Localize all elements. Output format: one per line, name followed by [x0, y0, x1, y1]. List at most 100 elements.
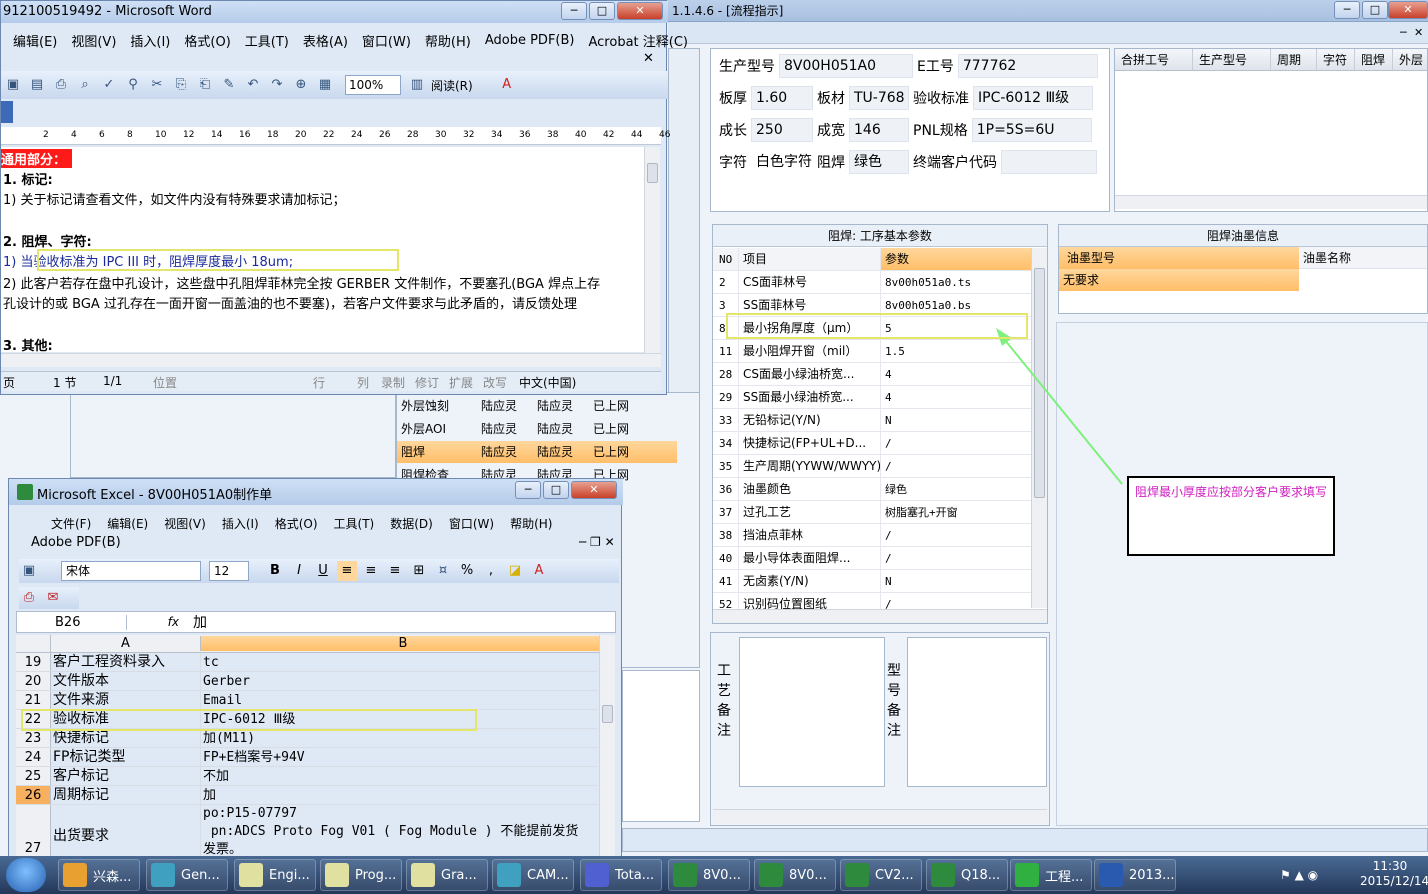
cell-b[interactable]: FP+E档案号+94V: [201, 748, 597, 766]
copy-icon[interactable]: ⎘: [171, 75, 191, 95]
paste-icon[interactable]: ⎗: [195, 75, 215, 95]
param-row[interactable]: 28 CS面最小绿油桥宽... 4: [713, 363, 1031, 386]
hyperlink-icon[interactable]: ⊕: [291, 75, 311, 95]
cell-b[interactable]: Gerber: [201, 672, 597, 690]
align-left-icon[interactable]: ≡: [337, 561, 357, 581]
word-maximize-button[interactable]: □: [589, 2, 615, 20]
word-menu-item[interactable]: 表格(A): [303, 31, 348, 50]
start-button[interactable]: [6, 858, 46, 892]
status-trk[interactable]: 修订: [415, 374, 439, 391]
cell-b[interactable]: 不加: [201, 767, 597, 785]
word-close-button[interactable]: ✕: [617, 2, 663, 20]
percent-icon[interactable]: %: [457, 561, 477, 581]
word-menu-item[interactable]: 窗口(W): [362, 31, 411, 50]
cell-ref-box[interactable]: B26: [17, 614, 127, 630]
excel-menu-item[interactable]: 工具(T): [334, 515, 375, 532]
word-menu-item[interactable]: 格式(O): [184, 31, 230, 50]
excel-vscroll[interactable]: [599, 635, 615, 857]
fx-icon[interactable]: fx: [127, 615, 187, 629]
word-menu-item[interactable]: 插入(I): [130, 31, 170, 50]
mdi-minimize-icon[interactable]: ─: [1400, 26, 1407, 39]
param-row[interactable]: 29 SS面最小绿油桥宽... 4: [713, 386, 1031, 409]
taskbar-button[interactable]: Engi...: [234, 859, 316, 891]
permission-icon[interactable]: ▤: [27, 75, 47, 95]
param-row[interactable]: 38 挡油点菲林 /: [713, 524, 1031, 547]
read-button[interactable]: 阅读(R): [431, 77, 473, 94]
cell-b[interactable]: Email: [201, 691, 597, 709]
word-menu-item[interactable]: 帮助(H): [425, 31, 471, 50]
cell-b[interactable]: 加(M11): [201, 729, 597, 747]
excel-menu-item[interactable]: 数据(D): [390, 515, 433, 532]
status-ext[interactable]: 扩展: [449, 374, 473, 391]
taskbar-button[interactable]: CV2...: [840, 859, 922, 891]
process-note-box[interactable]: [739, 637, 885, 787]
param-row[interactable]: 35 生产周期(YYWW/WWYY) /: [713, 455, 1031, 478]
param-row[interactable]: 33 无铅标记(Y/N) N: [713, 409, 1031, 432]
excel-minimize-button[interactable]: ─: [515, 481, 541, 499]
taskbar-button[interactable]: Prog...: [320, 859, 402, 891]
comma-icon[interactable]: ,: [481, 561, 501, 581]
cut-icon[interactable]: ✂: [147, 75, 167, 95]
preview-icon[interactable]: ⌕: [75, 75, 95, 95]
taskbar-button[interactable]: 8V0...: [668, 859, 750, 891]
param-row[interactable]: 40 最小导体表面阻焊... /: [713, 547, 1031, 570]
taskbar-button[interactable]: 8V0...: [754, 859, 836, 891]
spell-icon[interactable]: ✓: [99, 75, 119, 95]
cell-b[interactable]: 加: [201, 786, 597, 804]
taskbar-button[interactable]: Q18...: [926, 859, 1008, 891]
col-header-a[interactable]: A: [51, 636, 201, 651]
taskbar-button[interactable]: CAM...: [492, 859, 574, 891]
formula-input[interactable]: 加: [187, 612, 207, 632]
minimize-button[interactable]: ─: [1334, 1, 1360, 19]
params-hscroll[interactable]: [713, 609, 1047, 623]
table-icon[interactable]: ▦: [315, 75, 335, 95]
notes-hscroll[interactable]: [713, 809, 1047, 823]
table-row[interactable]: 23 快捷标记 加(M11): [16, 729, 597, 748]
excel-maximize-button[interactable]: □: [543, 481, 569, 499]
table-row[interactable]: 26 周期标记加: [16, 786, 597, 805]
excel-menu-item[interactable]: 帮助(H): [510, 515, 552, 532]
excel-menu-item[interactable]: 编辑(E): [107, 515, 148, 532]
mdi-close-icon[interactable]: ✕: [1414, 26, 1423, 39]
format-painter-icon[interactable]: ✎: [219, 75, 239, 95]
clock[interactable]: 11:30 2015/12/14: [1360, 859, 1428, 889]
col-header-b[interactable]: B: [201, 636, 605, 651]
research-icon[interactable]: ⚲: [123, 75, 143, 95]
status-ovr[interactable]: 改写: [483, 374, 507, 391]
save-icon[interactable]: ▣: [3, 75, 23, 95]
excel-menu-item[interactable]: 插入(I): [222, 515, 259, 532]
pdf-icon[interactable]: ⎙: [19, 588, 39, 608]
param-row[interactable]: 11 最小阻焊开窗（mil） 1.5: [713, 340, 1031, 363]
excel-menu-item[interactable]: 格式(O): [275, 515, 318, 532]
word-doc-close-icon[interactable]: ✕: [643, 51, 654, 66]
cell-a[interactable]: 快捷标记: [51, 729, 201, 747]
merge-grid-col-header[interactable]: 生产型号: [1193, 49, 1271, 70]
font-select[interactable]: 宋体: [61, 561, 201, 581]
excel-font-color-icon[interactable]: A: [529, 561, 549, 581]
merge-grid-col-header[interactable]: 外层: [1393, 49, 1427, 70]
table-row[interactable]: 24 FP标记类型 FP+E档案号+94V: [16, 748, 597, 767]
undo-icon[interactable]: ↶: [243, 75, 263, 95]
font-color-icon[interactable]: A: [497, 75, 517, 95]
table-row[interactable]: 20 文件版本 Gerber: [16, 672, 597, 691]
merge-grid-col-header[interactable]: 阻焊: [1355, 49, 1393, 70]
status-rec[interactable]: 录制: [381, 374, 405, 391]
word-menu-item[interactable]: 编辑(E): [13, 31, 57, 50]
maximize-button[interactable]: □: [1362, 1, 1388, 19]
excel-close-button[interactable]: ✕: [571, 481, 617, 499]
cell-a[interactable]: 客户工程资料录入: [51, 653, 201, 671]
word-hscroll[interactable]: [1, 353, 661, 367]
model-note-box[interactable]: [907, 637, 1047, 787]
merge-grid-col-header[interactable]: 字符: [1317, 49, 1355, 70]
taskbar-button[interactable]: 兴森...: [58, 859, 140, 891]
align-right-icon[interactable]: ≡: [385, 561, 405, 581]
cell-a[interactable]: 客户标记: [51, 767, 201, 785]
read-icon[interactable]: ▥: [407, 75, 427, 95]
param-row[interactable]: 34 快捷标记(FP+UL+D... /: [713, 432, 1031, 455]
word-menu-item[interactable]: 工具(T): [245, 31, 289, 50]
excel-save-icon[interactable]: ▣: [19, 561, 39, 581]
underline-icon[interactable]: U: [313, 561, 333, 581]
pdf-mail-icon[interactable]: ✉: [43, 588, 63, 608]
cell-a[interactable]: 文件版本: [51, 672, 201, 690]
param-row[interactable]: 36 油墨颜色 绿色: [713, 478, 1031, 501]
